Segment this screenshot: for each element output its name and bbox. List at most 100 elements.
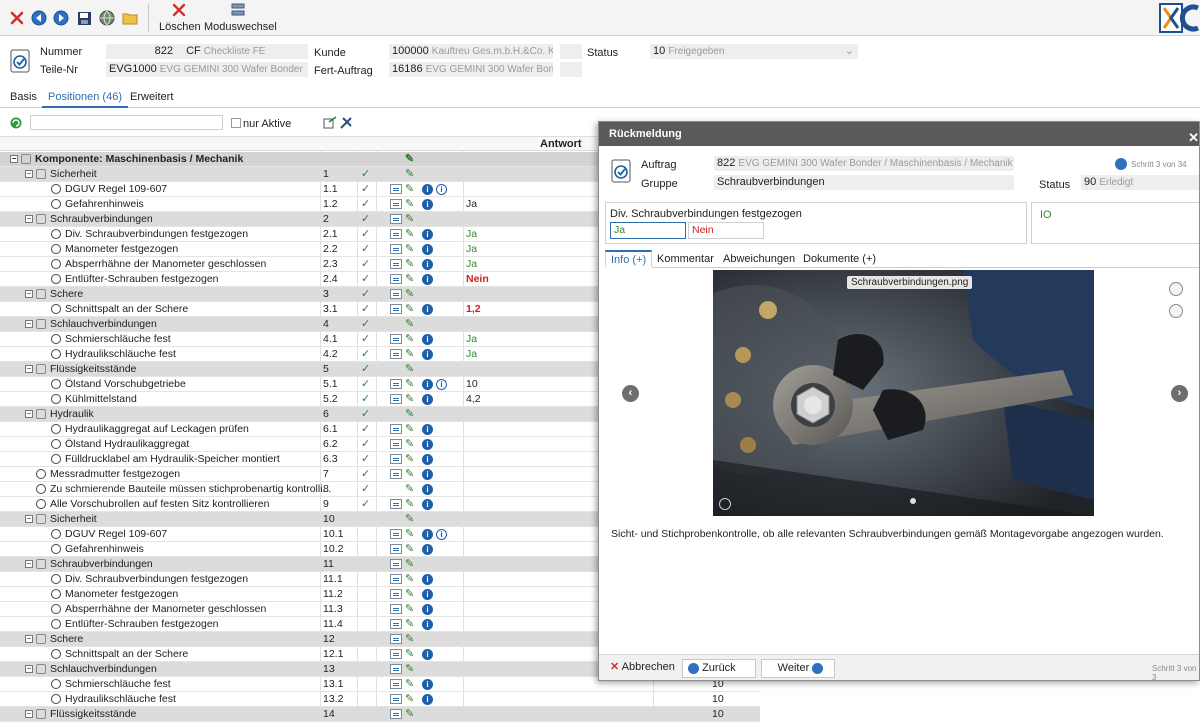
edit-icon[interactable]: ✎ xyxy=(405,677,414,690)
info-icon[interactable]: i xyxy=(422,484,433,495)
edit-icon[interactable]: ✎ xyxy=(405,407,414,420)
info-icon[interactable]: i xyxy=(422,379,433,390)
list-icon[interactable] xyxy=(390,229,402,239)
edit-icon[interactable]: ✎ xyxy=(405,242,414,255)
info-outline-icon[interactable]: i xyxy=(436,379,447,390)
status-select[interactable]: 10 Freigegeben ⌄ xyxy=(650,44,858,59)
edit-icon[interactable]: ✎ xyxy=(405,257,414,270)
kunde-field[interactable]: 100000 Kauftreu Ges.m.b.H.&Co. KG xyxy=(389,44,553,59)
tab-info[interactable]: Info (+) xyxy=(605,250,653,268)
edit-icon[interactable]: ✎ xyxy=(405,302,414,315)
edit-icon[interactable]: ✎ xyxy=(405,542,414,555)
collapse-toggle[interactable]: − xyxy=(25,320,33,328)
edit-icon[interactable]: ✎ xyxy=(405,347,414,360)
edit-icon[interactable]: ✎ xyxy=(405,362,414,375)
edit-icon[interactable]: ✎ xyxy=(405,167,414,180)
edit-icon[interactable]: ✎ xyxy=(405,617,414,630)
edit-icon[interactable]: ✎ xyxy=(405,227,414,240)
list-icon[interactable] xyxy=(390,529,402,539)
info-icon[interactable]: i xyxy=(422,229,433,240)
refresh-icon[interactable] xyxy=(10,117,22,132)
info-icon[interactable]: i xyxy=(422,439,433,450)
zoom-out-icon[interactable] xyxy=(1169,304,1183,318)
list-icon[interactable] xyxy=(390,379,402,389)
info-icon[interactable]: i xyxy=(422,349,433,360)
list-icon[interactable] xyxy=(390,454,402,464)
back-icon[interactable] xyxy=(30,9,48,27)
table-row[interactable]: Hydraulikschläuche fest 13.2 ✎ i 10 xyxy=(0,692,760,707)
globe-icon[interactable] xyxy=(98,9,116,27)
collapse-toggle[interactable]: − xyxy=(25,410,33,418)
list-icon[interactable] xyxy=(390,574,402,584)
collapse-toggle[interactable]: − xyxy=(25,665,33,673)
edit-icon[interactable]: ✎ xyxy=(405,692,414,705)
list-icon[interactable] xyxy=(390,424,402,434)
collapse-toggle[interactable]: − xyxy=(25,635,33,643)
list-icon[interactable] xyxy=(390,259,402,269)
edit-icon[interactable]: ✎ xyxy=(405,467,414,480)
folder-icon[interactable] xyxy=(121,9,139,27)
edit-icon[interactable]: ✎ xyxy=(405,572,414,585)
edit-icon[interactable]: ✎ xyxy=(405,152,414,165)
kunde-extra-field[interactable] xyxy=(560,44,582,59)
edit-icon[interactable]: ✎ xyxy=(405,437,414,450)
tab-positionen[interactable]: Positionen (46) xyxy=(42,91,128,108)
edit-icon[interactable]: ✎ xyxy=(405,332,414,345)
tools-icon[interactable] xyxy=(339,116,353,133)
edit-icon[interactable]: ✎ xyxy=(405,647,414,660)
info-icon[interactable]: i xyxy=(422,529,433,540)
edit-icon[interactable]: ✎ xyxy=(405,497,414,510)
answer-nein-button[interactable]: Nein xyxy=(688,222,764,239)
back-button[interactable]: Zurück xyxy=(682,659,756,678)
list-icon[interactable] xyxy=(390,334,402,344)
info-icon[interactable]: i xyxy=(422,334,433,345)
forward-icon[interactable] xyxy=(52,9,70,27)
close-icon[interactable] xyxy=(8,9,26,27)
search-input[interactable] xyxy=(30,115,223,130)
info-icon[interactable]: i xyxy=(422,574,433,585)
list-icon[interactable] xyxy=(390,649,402,659)
dialog-status-select[interactable]: 90 Erledigt xyxy=(1081,175,1199,190)
info-icon[interactable]: i xyxy=(422,244,433,255)
info-icon[interactable]: i xyxy=(422,184,433,195)
collapse-toggle[interactable]: − xyxy=(10,155,18,163)
info-icon[interactable]: i xyxy=(422,274,433,285)
answer-ja-button[interactable]: Ja xyxy=(610,222,686,239)
edit-icon[interactable]: ✎ xyxy=(405,707,414,720)
info-icon[interactable]: i xyxy=(422,259,433,270)
next-image-button[interactable]: › xyxy=(1171,385,1188,402)
info-icon[interactable]: i xyxy=(422,424,433,435)
info-icon[interactable]: i xyxy=(422,304,433,315)
edit-icon[interactable]: ✎ xyxy=(405,317,414,330)
auftrag-field[interactable]: 822 EVG GEMINI 300 Wafer Bonder / Maschi… xyxy=(714,156,1014,171)
info-icon[interactable]: i xyxy=(422,604,433,615)
previous-image-button[interactable]: ‹ xyxy=(622,385,639,402)
collapse-toggle[interactable]: − xyxy=(25,560,33,568)
delete-button[interactable]: Löschen xyxy=(159,3,201,33)
edit-icon[interactable]: ✎ xyxy=(405,632,414,645)
collapse-toggle[interactable]: − xyxy=(25,710,33,718)
tab-basis[interactable]: Basis xyxy=(10,91,37,103)
zoom-in-icon[interactable] xyxy=(1169,282,1183,296)
info-icon[interactable]: i xyxy=(422,544,433,555)
list-icon[interactable] xyxy=(390,289,402,299)
edit-icon[interactable]: ✎ xyxy=(405,197,414,210)
info-icon[interactable]: i xyxy=(422,394,433,405)
image-options-icon[interactable] xyxy=(719,498,731,510)
list-icon[interactable] xyxy=(390,604,402,614)
list-icon[interactable] xyxy=(390,694,402,704)
fert-extra-field[interactable] xyxy=(560,62,582,77)
info-icon[interactable]: i xyxy=(422,649,433,660)
info-icon[interactable]: i xyxy=(422,499,433,510)
info-icon[interactable]: i xyxy=(422,694,433,705)
edit-icon[interactable]: ✎ xyxy=(405,452,414,465)
info-outline-icon[interactable]: i xyxy=(436,184,447,195)
teile-field[interactable]: EVG1000 EVG GEMINI 300 Wafer Bonder xyxy=(106,62,308,77)
list-icon[interactable] xyxy=(390,469,402,479)
list-icon[interactable] xyxy=(390,244,402,254)
export-icon[interactable] xyxy=(323,116,337,132)
list-icon[interactable] xyxy=(390,499,402,509)
list-icon[interactable] xyxy=(390,634,402,644)
list-icon[interactable] xyxy=(390,664,402,674)
tab-abweichungen[interactable]: Abweichungen xyxy=(723,253,795,265)
